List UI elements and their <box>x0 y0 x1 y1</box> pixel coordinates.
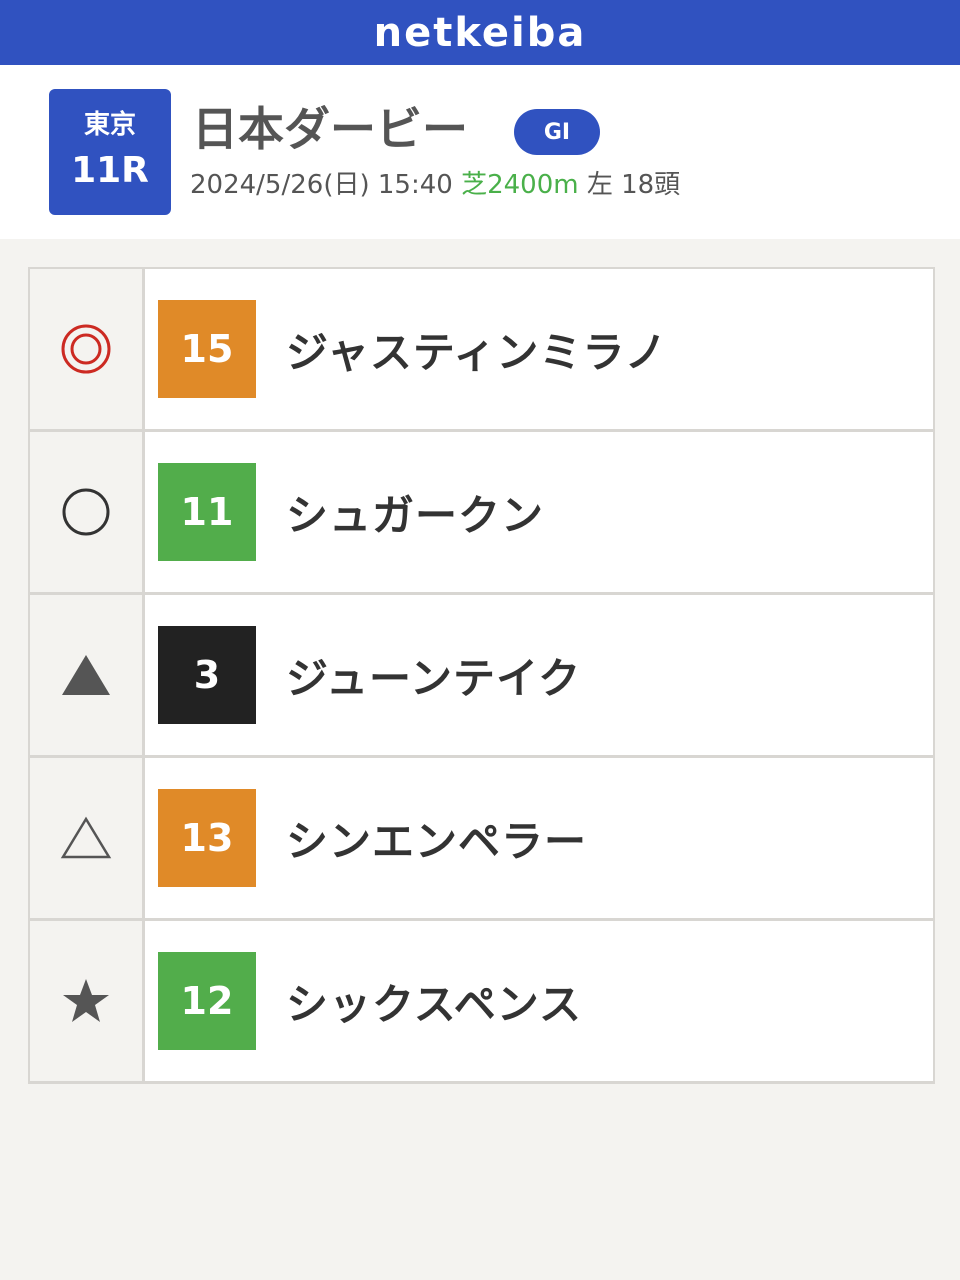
horse-cell: 3 ジューンテイク <box>145 595 933 755</box>
top-bar: netkeiba <box>0 0 960 65</box>
mark-cell <box>30 595 145 755</box>
grade-badge: GI <box>514 109 600 155</box>
horse-name[interactable]: ジューンテイク <box>286 645 581 706</box>
double-circle-icon <box>61 324 111 374</box>
circle-icon <box>62 488 110 536</box>
prediction-row[interactable]: 3 ジューンテイク <box>30 595 933 758</box>
mark-cell <box>30 432 145 592</box>
horse-cell: 15 ジャスティンミラノ <box>145 269 933 429</box>
venue-race-badge: 東京 11R <box>49 89 171 215</box>
horse-name[interactable]: ジャスティンミラノ <box>286 319 668 380</box>
horse-number-box: 12 <box>158 952 256 1050</box>
triangle-icon <box>60 816 112 859</box>
prediction-row[interactable]: 15 ジャスティンミラノ <box>30 269 933 432</box>
horse-number-box: 15 <box>158 300 256 398</box>
race-header: 東京 11R 日本ダービー GI 2024/5/26(日) 15:40 芝240… <box>0 65 960 239</box>
prediction-row[interactable]: 11 シュガークン <box>30 432 933 595</box>
race-info: 2024/5/26(日) 15:40 芝2400m 左 18頭 <box>190 167 680 203</box>
brand-logo[interactable]: netkeiba <box>374 10 587 56</box>
horse-cell: 12 シックスペンス <box>145 921 933 1081</box>
race-title: 日本ダービー <box>192 102 468 156</box>
race-direction-runners: 左 18頭 <box>586 170 681 200</box>
mark-cell <box>30 758 145 918</box>
prediction-row[interactable]: 13 シンエンペラー <box>30 758 933 921</box>
prediction-row[interactable]: 12 シックスペンス <box>30 921 933 1084</box>
horse-name[interactable]: シュガークン <box>286 482 544 543</box>
prediction-list: 15 ジャスティンミラノ 11 シュガークン 3 ジューンテイク 13 シンエン… <box>28 267 935 1084</box>
mark-cell <box>30 269 145 429</box>
race-datetime: 2024/5/26(日) 15:40 <box>190 170 453 200</box>
venue-name: 東京 <box>83 110 136 140</box>
horse-cell: 13 シンエンペラー <box>145 758 933 918</box>
horse-number-box: 3 <box>158 626 256 724</box>
filled-triangle-icon <box>62 655 110 695</box>
horse-name[interactable]: シンエンペラー <box>286 808 587 869</box>
horse-name[interactable]: シックスペンス <box>286 971 582 1032</box>
mark-cell <box>30 921 145 1081</box>
horse-cell: 11 シュガークン <box>145 432 933 592</box>
race-number: 11R <box>71 150 149 191</box>
horse-number-box: 11 <box>158 463 256 561</box>
race-course: 芝2400m <box>461 170 579 200</box>
star-icon <box>63 979 109 1022</box>
horse-number-box: 13 <box>158 789 256 887</box>
